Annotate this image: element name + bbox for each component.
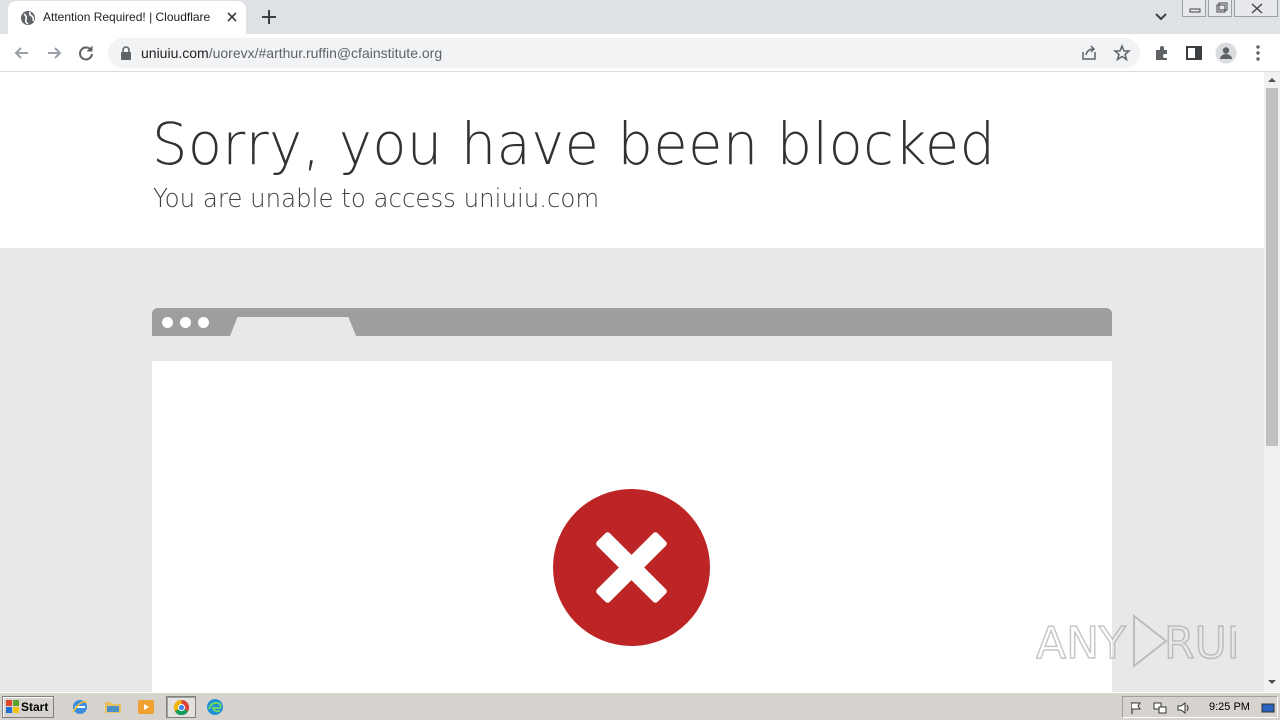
- star-icon[interactable]: [1113, 44, 1131, 62]
- anyrun-watermark: ANY RUN: [1036, 613, 1236, 670]
- close-window-button[interactable]: [1234, 0, 1278, 17]
- frame-tab: [230, 317, 356, 336]
- forward-arrow-icon[interactable]: [44, 43, 64, 63]
- reload-icon[interactable]: [76, 43, 96, 63]
- browser-toolbar: uniuiu.com/uorevx/#arthur.ruffin@cfainst…: [0, 34, 1280, 72]
- more-vert-icon[interactable]: [1248, 43, 1268, 63]
- frame-dot: [180, 317, 191, 328]
- address-bar[interactable]: uniuiu.com/uorevx/#arthur.ruffin@cfainst…: [108, 38, 1140, 68]
- lock-icon[interactable]: [120, 46, 132, 60]
- frame-dot: [162, 317, 173, 328]
- chevron-down-icon[interactable]: [1152, 9, 1170, 25]
- page-header: Sorry, you have been blocked You are una…: [0, 72, 1264, 248]
- error-x-icon: [552, 488, 711, 647]
- close-icon: [1251, 3, 1263, 14]
- chrome-taskbar-button[interactable]: [166, 696, 196, 718]
- plus-icon[interactable]: [259, 7, 279, 27]
- globe-icon: [21, 11, 35, 25]
- action-center-flag-icon[interactable]: [1129, 701, 1143, 715]
- side-panel-icon[interactable]: [1184, 43, 1204, 63]
- browser-illustration-frame: [152, 308, 1112, 336]
- watermark-left: ANY: [1036, 618, 1126, 669]
- share-icon[interactable]: [1081, 45, 1097, 61]
- profile-icon[interactable]: [1215, 42, 1237, 64]
- clock: 9:25 PM: [1209, 701, 1250, 713]
- extensions-icon[interactable]: [1152, 43, 1172, 63]
- url-path: /uorevx/#arthur.ruffin@cfainstitute.org: [208, 45, 443, 61]
- page-subtitle: You are unable to access uniuiu.com: [153, 184, 600, 214]
- play-icon: [1133, 613, 1168, 669]
- start-button[interactable]: Start: [2, 696, 54, 718]
- frame-dot: [198, 317, 209, 328]
- start-label: Start: [21, 700, 49, 714]
- back-arrow-icon[interactable]: [12, 43, 32, 63]
- network-icon[interactable]: [1153, 701, 1167, 715]
- url-host: uniuiu.com: [141, 45, 209, 61]
- folder-icon[interactable]: [104, 698, 122, 716]
- close-icon[interactable]: [224, 9, 240, 25]
- internet-explorer-icon[interactable]: [71, 698, 89, 716]
- windows-flag-icon: [6, 700, 19, 713]
- edge-icon[interactable]: [206, 698, 224, 716]
- show-desktop-icon[interactable]: [1261, 701, 1275, 715]
- system-tray: 9:25 PM: [1122, 696, 1278, 718]
- taskbar: Start 9:25 PM: [0, 692, 1280, 720]
- browser-tab[interactable]: Attention Required! | Cloudflare: [8, 1, 246, 34]
- scroll-down-icon[interactable]: [1268, 678, 1276, 686]
- url-text[interactable]: uniuiu.com/uorevx/#arthur.ruffin@cfainst…: [141, 45, 442, 61]
- restore-icon: [1216, 2, 1228, 13]
- tab-strip: Attention Required! | Cloudflare: [0, 0, 1280, 34]
- page-viewport: Sorry, you have been blocked You are una…: [0, 72, 1264, 692]
- tab-title: Attention Required! | Cloudflare: [43, 10, 211, 24]
- restore-button[interactable]: [1208, 0, 1232, 17]
- vertical-scrollbar[interactable]: [1264, 72, 1280, 692]
- minimize-button[interactable]: [1182, 0, 1206, 17]
- page-title: Sorry, you have been blocked: [152, 110, 996, 178]
- media-player-icon[interactable]: [137, 698, 155, 716]
- volume-icon[interactable]: [1177, 701, 1191, 715]
- watermark-right: RUN: [1164, 618, 1236, 669]
- window-controls: [1182, 0, 1278, 18]
- chrome-icon: [173, 699, 190, 716]
- scrollbar-thumb[interactable]: [1266, 88, 1278, 446]
- browser-illustration-body: [152, 361, 1112, 692]
- minimize-icon: [1189, 8, 1201, 13]
- scroll-up-icon[interactable]: [1268, 76, 1276, 84]
